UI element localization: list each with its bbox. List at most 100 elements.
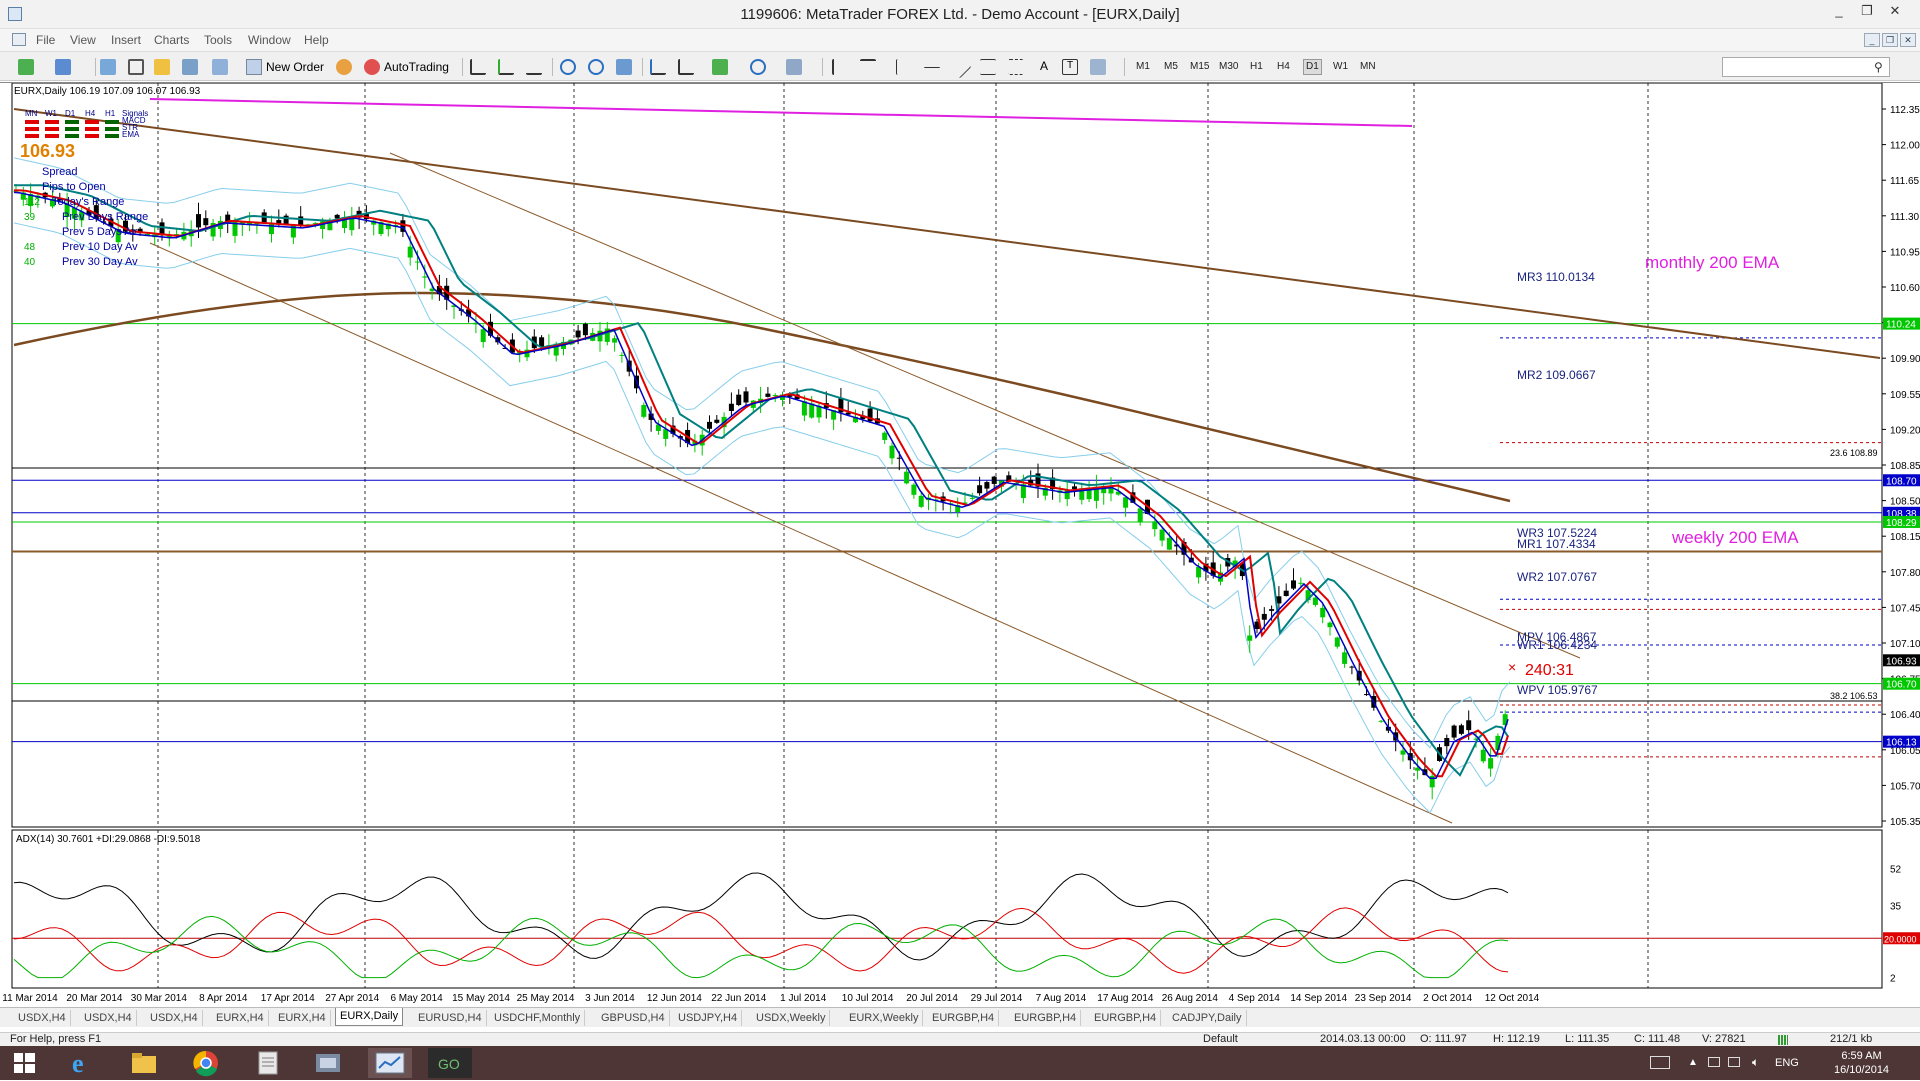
bull-candle bbox=[1320, 607, 1326, 618]
pivot-label: WPV 105.9767 bbox=[1517, 683, 1598, 697]
search-icon[interactable]: ⚲ bbox=[1874, 60, 1883, 74]
timeframe-h4[interactable]: H4 bbox=[1277, 61, 1290, 72]
zoom-in-icon[interactable] bbox=[560, 59, 576, 75]
market-watch-icon[interactable] bbox=[100, 59, 116, 75]
templates-icon[interactable] bbox=[786, 59, 802, 75]
show-hidden-icons-icon[interactable]: ▲ bbox=[1688, 1057, 1698, 1068]
line-chart-icon[interactable] bbox=[526, 59, 542, 75]
folder-icon[interactable] bbox=[306, 1048, 350, 1078]
candlestick-chart-icon[interactable] bbox=[498, 59, 514, 75]
terminal-icon[interactable] bbox=[182, 59, 198, 75]
bear-candle bbox=[1349, 666, 1355, 668]
chart-tab[interactable]: USDX,Weekly bbox=[752, 1010, 831, 1026]
svg-text:e: e bbox=[72, 1049, 84, 1078]
search-input[interactable] bbox=[1722, 57, 1890, 77]
bear-candle bbox=[1444, 737, 1450, 747]
horizontal-line-icon[interactable] bbox=[924, 67, 940, 69]
keyboard-icon[interactable] bbox=[1650, 1056, 1670, 1069]
language-indicator[interactable]: ENG bbox=[1775, 1057, 1799, 1069]
timeframe-mn[interactable]: MN bbox=[1360, 61, 1376, 72]
timeframe-m1[interactable]: M1 bbox=[1136, 61, 1150, 72]
chart-tab[interactable]: EURGBP,H4 bbox=[928, 1010, 1000, 1026]
timeframe-m5[interactable]: M5 bbox=[1164, 61, 1178, 72]
menu-view[interactable]: View bbox=[70, 33, 96, 47]
channel-icon[interactable] bbox=[980, 59, 996, 75]
chart-shift-icon[interactable] bbox=[678, 59, 694, 75]
file-explorer-icon[interactable] bbox=[122, 1048, 166, 1078]
app-icon[interactable]: GO bbox=[428, 1048, 472, 1078]
indicator-grid-cell bbox=[45, 134, 59, 138]
menu-tools[interactable]: Tools bbox=[204, 33, 232, 47]
chart-window-icon[interactable] bbox=[12, 33, 26, 46]
timeframe-h1[interactable]: H1 bbox=[1250, 61, 1263, 72]
text-label-icon[interactable]: T bbox=[1062, 59, 1078, 75]
timeframe-m15[interactable]: M15 bbox=[1190, 61, 1209, 72]
timeframe-m30[interactable]: M30 bbox=[1219, 61, 1238, 72]
auto-scroll-icon[interactable] bbox=[650, 59, 666, 75]
periods-icon[interactable] bbox=[750, 59, 766, 75]
bull-candle bbox=[1342, 652, 1348, 664]
mdi-minimize-button[interactable]: _ bbox=[1864, 33, 1880, 47]
chart-tab[interactable]: EURUSD,H4 bbox=[414, 1010, 487, 1026]
mdi-close-button[interactable]: ✕ bbox=[1900, 33, 1916, 47]
close-button[interactable]: ✕ bbox=[1875, 0, 1915, 24]
internet-explorer-icon[interactable]: e bbox=[60, 1048, 104, 1078]
menu-window[interactable]: Window bbox=[248, 33, 291, 47]
chart-tab[interactable]: USDX,H4 bbox=[14, 1010, 71, 1026]
chart-window[interactable]: 11 Mar 2014 20 Mar 2014 30 Mar 2014 8 Apr 2… bbox=[0, 82, 1920, 1016]
windows-start-icon[interactable] bbox=[8, 1048, 52, 1078]
crosshair-tool-icon[interactable] bbox=[128, 59, 144, 75]
network-icon[interactable] bbox=[1728, 1057, 1740, 1067]
bull-candle bbox=[1137, 508, 1143, 523]
clock[interactable]: 6:59 AM 16/10/2014 bbox=[1834, 1049, 1889, 1077]
vertical-line-icon[interactable] bbox=[896, 59, 912, 75]
chart-tab[interactable]: EURGBP,H4 bbox=[1010, 1010, 1082, 1026]
chrome-icon[interactable] bbox=[184, 1048, 228, 1078]
fibonacci-icon[interactable] bbox=[1008, 59, 1024, 75]
chart-tab[interactable]: EURX,H4 bbox=[274, 1010, 331, 1026]
menu-charts[interactable]: Charts bbox=[154, 33, 189, 47]
text-icon[interactable]: A bbox=[1036, 59, 1052, 75]
volume-icon[interactable]: 🔈︎ bbox=[1752, 1055, 1759, 1070]
connection-status-icon[interactable] bbox=[1778, 1035, 1788, 1045]
bull-candle bbox=[1166, 538, 1172, 550]
crosshair-icon[interactable] bbox=[860, 59, 876, 75]
new-order-button[interactable]: New Order bbox=[244, 57, 324, 77]
trendline-icon[interactable] bbox=[948, 55, 972, 79]
arrows-icon[interactable] bbox=[1090, 59, 1106, 75]
timeframe-d1[interactable]: D1 bbox=[1303, 59, 1322, 75]
expert-advisor-icon[interactable] bbox=[336, 59, 352, 75]
indicator-grid-timeframe: W1 bbox=[45, 109, 58, 118]
navigator-icon[interactable] bbox=[154, 59, 170, 75]
autotrading-button[interactable]: AutoTrading bbox=[362, 57, 449, 77]
chart-tab[interactable]: USDX,H4 bbox=[146, 1010, 203, 1026]
metatrader-icon[interactable] bbox=[368, 1048, 412, 1078]
indicators-icon[interactable] bbox=[712, 59, 728, 75]
chart-tab[interactable]: USDCHF,Monthly bbox=[490, 1010, 586, 1026]
chart-tab[interactable]: EURX,Daily bbox=[335, 1008, 404, 1026]
timeframe-w1[interactable]: W1 bbox=[1333, 61, 1348, 72]
pivot-label: WR2 107.0767 bbox=[1517, 570, 1597, 584]
chart-tab[interactable]: EURX,Weekly bbox=[845, 1010, 924, 1026]
chart-tab[interactable]: CADJPY,Daily bbox=[1168, 1010, 1247, 1026]
zoom-out-icon[interactable] bbox=[588, 59, 604, 75]
profiles-icon[interactable] bbox=[55, 59, 71, 75]
new-chart-icon[interactable] bbox=[18, 59, 34, 75]
tile-windows-icon[interactable] bbox=[616, 59, 632, 75]
menu-help[interactable]: Help bbox=[304, 33, 329, 47]
bar-chart-icon[interactable] bbox=[470, 59, 486, 75]
chart-tab[interactable]: EURX,H4 bbox=[212, 1010, 269, 1026]
cursor-icon[interactable] bbox=[832, 59, 848, 75]
toolbar-separator bbox=[462, 58, 463, 76]
chart-tab[interactable]: EURGBP,H4 bbox=[1090, 1010, 1162, 1026]
document-icon[interactable] bbox=[246, 1048, 290, 1078]
menu-file[interactable]: File bbox=[36, 33, 55, 47]
strategy-tester-icon[interactable] bbox=[212, 59, 228, 75]
chart-tab[interactable]: GBPUSD,H4 bbox=[597, 1010, 670, 1026]
chart-tab[interactable]: USDX,H4 bbox=[80, 1010, 137, 1026]
chart-tab[interactable]: USDJPY,H4 bbox=[674, 1010, 743, 1026]
menu-insert[interactable]: Insert bbox=[111, 33, 141, 47]
action-center-icon[interactable] bbox=[1708, 1057, 1720, 1067]
mdi-restore-button[interactable]: ❐ bbox=[1882, 33, 1898, 47]
price-chart[interactable]: 11 Mar 2014 20 Mar 2014 30 Mar 2014 8 Apr 2… bbox=[0, 83, 1920, 1017]
